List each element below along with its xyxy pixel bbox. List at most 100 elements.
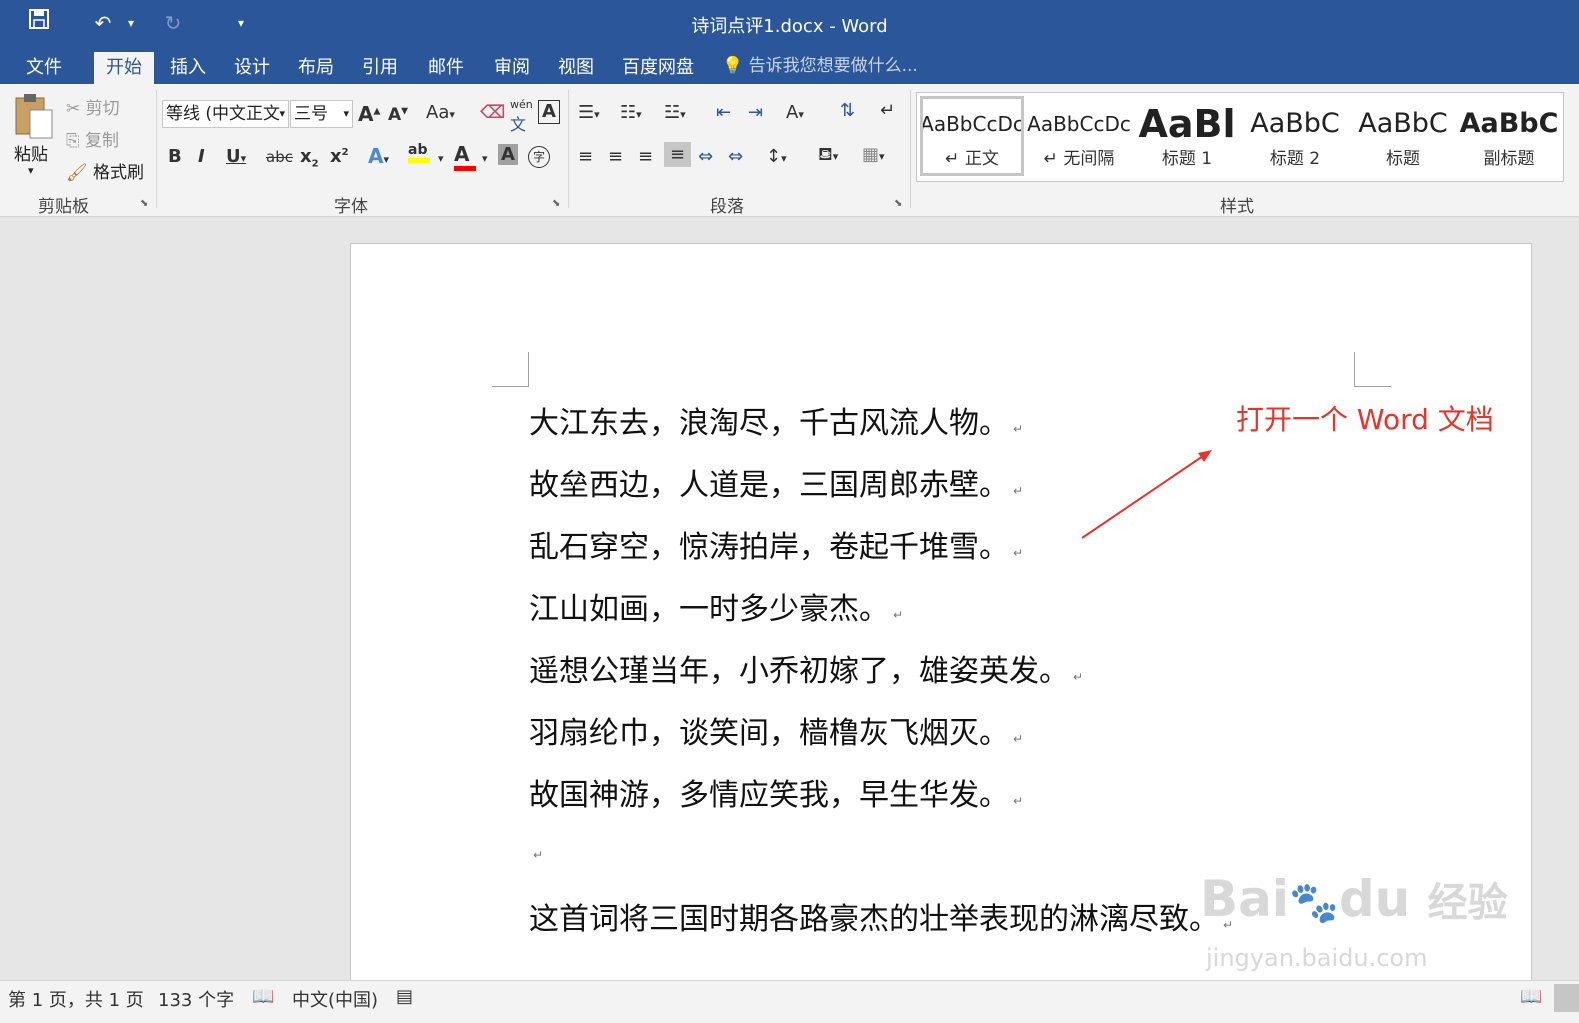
justify-icon[interactable]: ≡: [664, 142, 692, 167]
chevron-down-icon: ▾: [279, 107, 285, 120]
page-count[interactable]: 第 1 页，共 1 页: [8, 986, 144, 1012]
crop-mark: [492, 352, 529, 387]
macro-recording-icon[interactable]: ▤: [396, 986, 413, 1007]
paint-bucket-icon[interactable]: ⛾▾: [818, 144, 838, 168]
tab-view[interactable]: 视图: [546, 52, 606, 84]
chevron-down-icon[interactable]: ▾: [438, 152, 444, 165]
style-preview: AaBbC: [1459, 108, 1559, 139]
italic-button[interactable]: I: [198, 146, 205, 167]
tab-references[interactable]: 引用: [350, 52, 410, 84]
copy-button[interactable]: ⎘ 复制: [66, 126, 119, 151]
align-left-icon[interactable]: ≡: [578, 146, 593, 167]
language-indicator[interactable]: 中文(中国): [292, 986, 378, 1012]
multilevel-list-icon[interactable]: ☳▾: [664, 102, 686, 123]
decrease-indent-icon[interactable]: ⇤: [716, 102, 731, 123]
subscript-button[interactable]: x2: [300, 146, 319, 170]
paste-dropdown-icon[interactable]: ▾: [28, 164, 34, 177]
paragraph-mark: ↵: [1013, 546, 1024, 560]
font-size-select[interactable]: 三号 ▾: [290, 100, 353, 128]
tab-file[interactable]: 文件: [14, 52, 74, 84]
read-mode-icon[interactable]: 📖: [1520, 986, 1542, 1007]
dialog-launcher-icon[interactable]: ⬊: [552, 198, 560, 209]
style-title[interactable]: AaBbC 标题: [1351, 96, 1455, 176]
style-name: 标题: [1386, 149, 1420, 169]
phonetic-guide-button[interactable]: wén 文: [510, 98, 533, 135]
style-name: 标题 2: [1269, 149, 1321, 169]
align-center-icon[interactable]: ≡: [608, 146, 623, 167]
chevron-down-icon[interactable]: ▾: [482, 152, 488, 165]
style-no-spacing[interactable]: AaBbCcDc ↵ 无间隔: [1027, 96, 1131, 176]
character-border-button[interactable]: A: [538, 100, 560, 124]
font-color-button[interactable]: A: [454, 142, 476, 171]
crop-mark: [1354, 352, 1391, 387]
tab-review[interactable]: 审阅: [482, 52, 542, 84]
poem-line[interactable]: 故垒西边，人道是，三国周郎赤壁。 ↵: [529, 460, 1023, 504]
show-marks-icon[interactable]: ↵: [880, 100, 895, 121]
paragraph-group-label: 段落: [710, 197, 744, 217]
align-right-icon[interactable]: ≡: [638, 146, 653, 167]
style-heading-2[interactable]: AaBbC 标题 2: [1243, 96, 1347, 176]
font-group-label: 字体: [334, 197, 368, 217]
grow-font-button[interactable]: A▲: [358, 102, 380, 126]
style-heading-1[interactable]: AaBl 标题 1: [1135, 96, 1239, 176]
enclose-characters-button[interactable]: 字: [528, 146, 550, 168]
annotation-arrow: [1081, 450, 1212, 539]
underline-button[interactable]: U▾: [226, 146, 246, 167]
distributed-icon[interactable]: ⇔: [698, 146, 713, 167]
superscript-button[interactable]: x2: [330, 146, 349, 167]
window-title: 诗词点评1.docx - Word: [691, 16, 888, 37]
sort-icon[interactable]: ⇅: [840, 100, 855, 121]
tab-design[interactable]: 设计: [222, 52, 282, 84]
clear-formatting-icon[interactable]: ⌫: [480, 102, 505, 123]
poem-line[interactable]: 羽扇纶巾，谈笑间，樯橹灰飞烟灭。 ↵: [529, 708, 1023, 752]
strikethrough-button[interactable]: abc: [266, 148, 293, 166]
print-layout-icon[interactable]: [1554, 984, 1579, 1012]
style-preview: AaBbCcDc: [920, 112, 1024, 136]
clipboard-group-label: 剪贴板: [38, 197, 89, 217]
highlight-button[interactable]: ab: [408, 142, 430, 163]
empty-line[interactable]: ↵: [529, 832, 543, 867]
font-name-select[interactable]: 等线 (中文正文 ▾: [162, 100, 289, 128]
line-spacing-icon[interactable]: ↕▾: [766, 146, 787, 167]
tab-layout[interactable]: 布局: [286, 52, 346, 84]
paste-icon[interactable]: [12, 92, 56, 142]
poem-line[interactable]: 遥想公瑾当年，小乔初嫁了，雄姿英发。 ↵: [529, 646, 1083, 690]
character-shading-button[interactable]: A: [498, 144, 518, 165]
tell-me-box[interactable]: 💡 告诉我您想要做什么...: [722, 52, 918, 80]
dialog-launcher-icon[interactable]: ⬊: [894, 198, 902, 209]
dialog-launcher-icon[interactable]: ⬊: [140, 198, 148, 209]
cut-label: 剪切: [85, 99, 120, 119]
annotation-text: 打开一个 Word 文档: [1236, 403, 1494, 436]
poem-line[interactable]: 故国神游，多情应笑我，早生华发。 ↵: [529, 770, 1023, 814]
borders-icon[interactable]: ▦▾: [862, 144, 885, 165]
numbering-icon[interactable]: ☷▾: [620, 102, 642, 123]
text-effects-button[interactable]: A▾: [368, 144, 389, 168]
bold-button[interactable]: B: [168, 146, 182, 167]
cut-button[interactable]: ✂ 剪切: [66, 94, 120, 119]
paste-button[interactable]: 粘贴: [14, 140, 48, 165]
poem-line[interactable]: 江山如画，一时多少豪杰。 ↵: [529, 584, 903, 628]
style-subtitle[interactable]: AaBbC 副标题: [1457, 96, 1561, 176]
tab-home[interactable]: 开始: [94, 52, 154, 84]
poem-line[interactable]: 乱石穿空，惊涛拍岸，卷起千堆雪。 ↵: [529, 522, 1023, 566]
format-painter-button[interactable]: 🖌 格式刷: [66, 158, 144, 183]
bullets-icon[interactable]: ☰▾: [578, 102, 600, 123]
proofing-icon[interactable]: 📖: [252, 986, 274, 1007]
baidu-watermark-logo: Bai🐾du 经验: [1200, 870, 1508, 928]
word-count[interactable]: 133 个字: [158, 986, 234, 1012]
highlight-swatch: [408, 158, 430, 163]
chinese-layout-icon[interactable]: A▾: [786, 102, 804, 123]
status-bar: 第 1 页，共 1 页 133 个字 📖 中文(中国) ▤ 📖: [0, 980, 1579, 1023]
poem-line[interactable]: 大江东去，浪淘尽，千古风流人物。 ↵: [529, 398, 1023, 442]
tab-baidu-netdisk[interactable]: 百度网盘: [610, 52, 706, 84]
tab-insert[interactable]: 插入: [158, 52, 218, 84]
increase-indent-icon[interactable]: ⇥: [748, 102, 763, 123]
column-width-icon[interactable]: ⇔: [728, 146, 743, 167]
styles-gallery: AaBbCcDc ↵ 正文 AaBbCcDc ↵ 无间隔 AaBl 标题 1 A…: [916, 92, 1564, 182]
change-case-button[interactable]: Aa▾: [426, 102, 455, 123]
title-bar: ↶ ▾ ↻ ▾ 诗词点评1.docx - Word: [0, 0, 1579, 48]
comment-line[interactable]: 这首词将三国时期各路豪杰的壮举表现的淋漓尽致。 ↵: [529, 894, 1233, 938]
style-normal[interactable]: AaBbCcDc ↵ 正文: [920, 96, 1024, 176]
tab-mailings[interactable]: 邮件: [416, 52, 476, 84]
shrink-font-button[interactable]: A▼: [388, 105, 408, 125]
